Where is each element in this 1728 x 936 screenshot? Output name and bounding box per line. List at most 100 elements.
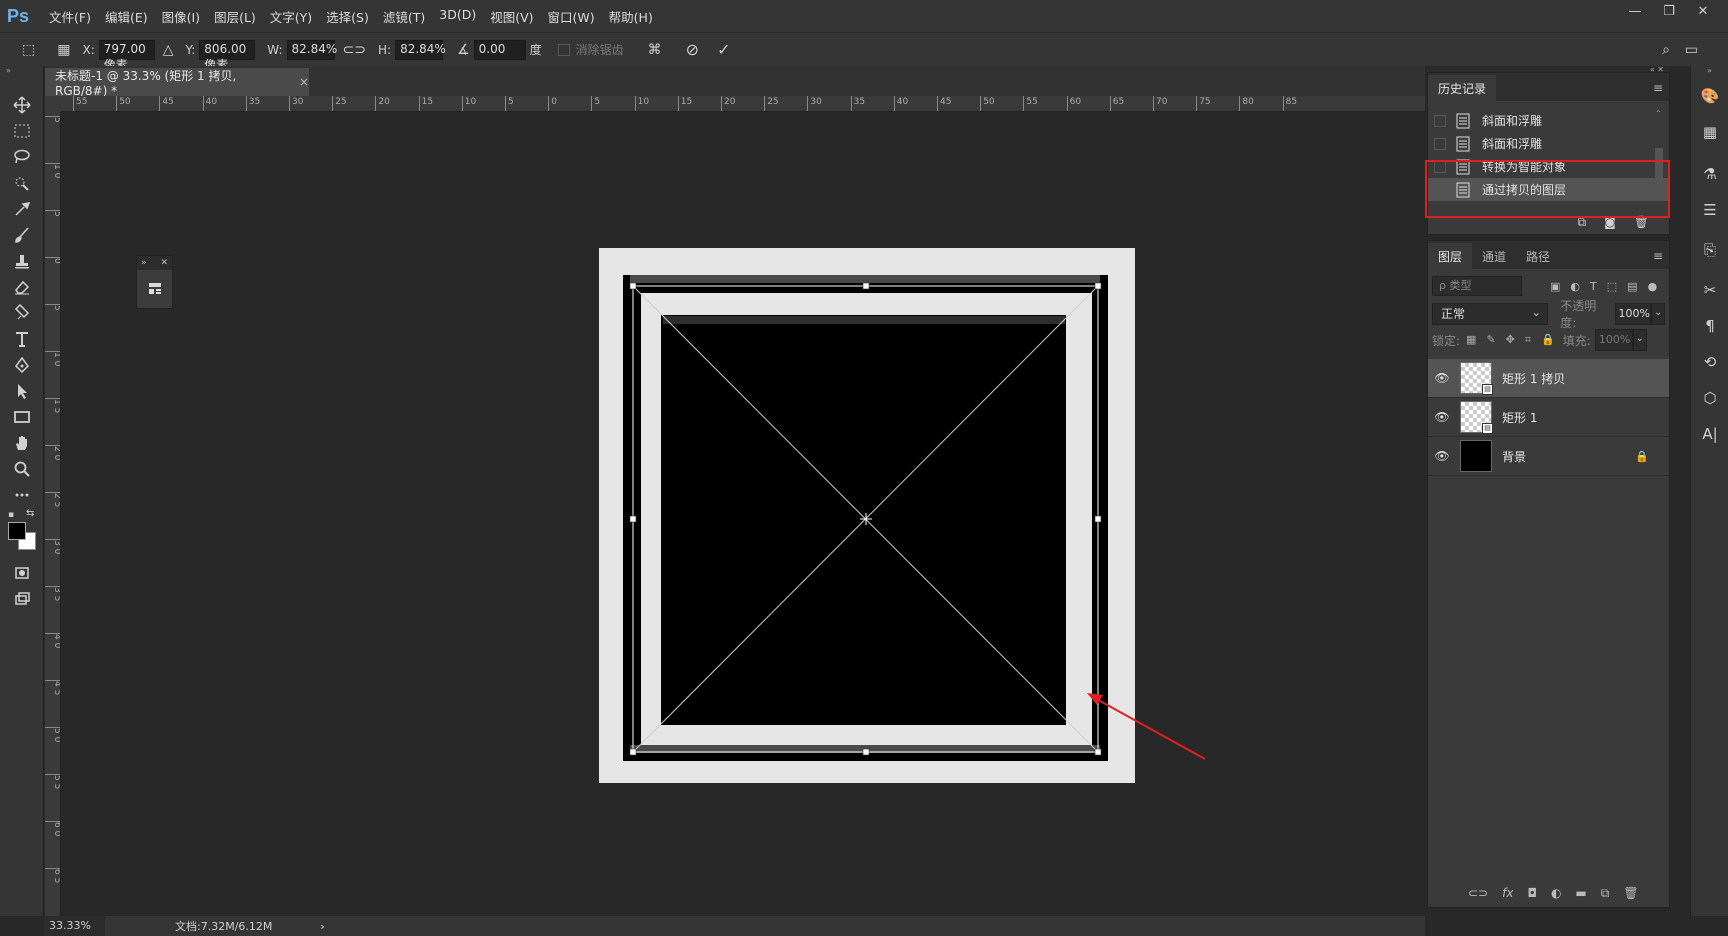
x-field[interactable]: 797.00 像素	[98, 39, 155, 72]
visibility-eye-icon[interactable]: 👁	[1428, 410, 1456, 424]
tab-channels[interactable]: 通道	[1472, 243, 1516, 269]
hand-tool-icon[interactable]	[0, 430, 44, 456]
new-layer-icon[interactable]: ⧉	[1601, 886, 1610, 901]
history-scrollbar[interactable]: ⌃	[1655, 109, 1665, 203]
add-mask-icon[interactable]: ◘	[1527, 886, 1537, 901]
swap-colors-icon[interactable]: ⇆	[26, 508, 34, 519]
history-brush-source-checkbox[interactable]	[1434, 160, 1446, 173]
menu-item[interactable]: 视图(V)	[483, 7, 540, 26]
character-icon[interactable]: A|	[1691, 416, 1728, 452]
commit-transform-icon[interactable]: ✓	[717, 40, 730, 59]
lock-image-icon[interactable]: ✎	[1486, 333, 1495, 347]
menu-item[interactable]: 滤镜(T)	[376, 7, 432, 26]
adjustment-layer-icon[interactable]: ◐	[1551, 886, 1561, 901]
lock-transparent-icon[interactable]: ▦	[1466, 333, 1476, 347]
transform-tool-icon[interactable]: ⬚	[22, 42, 35, 58]
canvas-drawing[interactable]	[61, 113, 1425, 916]
eraser-tool-icon[interactable]	[0, 274, 44, 300]
zoom-tool-icon[interactable]	[0, 456, 44, 482]
menu-item[interactable]: 帮助(H)	[602, 7, 660, 26]
adjustments-sliders-icon[interactable]: ☰	[1691, 192, 1728, 228]
tab-history[interactable]: 历史记录	[1428, 75, 1497, 101]
menu-item[interactable]: 图层(L)	[207, 7, 263, 26]
menu-item[interactable]: 图像(I)	[155, 7, 207, 26]
layer-row[interactable]: 👁 背景 🔒	[1428, 437, 1669, 476]
layer-name[interactable]: 背景	[1502, 448, 1526, 465]
history-brush-source-checkbox[interactable]	[1434, 183, 1446, 196]
layer-lock-icon[interactable]: 🔒	[1635, 450, 1649, 463]
menu-item[interactable]: 文字(Y)	[263, 7, 319, 26]
pen-tool-icon[interactable]	[0, 352, 44, 378]
search-icon[interactable]: ⌕	[1662, 42, 1670, 58]
opacity-field[interactable]: 100%	[1614, 303, 1652, 325]
workspace-icon[interactable]: ▭	[1685, 42, 1698, 58]
toolbar-collapse-icon[interactable]: »	[0, 66, 43, 76]
menu-item[interactable]: 文件(F)	[42, 7, 98, 26]
screen-mode-icon[interactable]	[0, 586, 44, 612]
document-close-icon[interactable]: ×	[299, 75, 309, 89]
filter-pixel-icon[interactable]: ▣	[1550, 280, 1560, 293]
canvas-area[interactable]	[61, 113, 1425, 916]
history-panel-menu-icon[interactable]: ≡	[1653, 81, 1663, 95]
move-tool-icon[interactable]	[0, 92, 44, 118]
3d-cube-icon[interactable]: ⬡	[1691, 380, 1728, 416]
strip-collapse-icon[interactable]: »	[1691, 66, 1728, 78]
close-button[interactable]: ✕	[1688, 0, 1718, 22]
menu-item[interactable]: 窗口(W)	[541, 7, 602, 26]
quick-mask-icon[interactable]	[0, 560, 44, 586]
link-icon[interactable]: ⊂⊃	[343, 42, 366, 58]
minimize-button[interactable]: —	[1620, 0, 1650, 22]
default-colors-icon[interactable]: ▪	[8, 510, 14, 520]
vertical-ruler[interactable]: 5 1 0 5 0 5 1 0 1 5 2 0 2 5 3 0 3 5 4 0 4 5 5 0 5 5 6 0…	[45, 112, 61, 916]
status-menu-arrow[interactable]: ›	[320, 920, 324, 933]
layer-row[interactable]: 👁 ▤ 矩形 1	[1428, 398, 1669, 437]
menu-item[interactable]: 编辑(E)	[98, 7, 155, 26]
filter-shape-icon[interactable]: ⬚	[1607, 280, 1617, 293]
menu-item[interactable]: 3D(D)	[432, 7, 483, 26]
layer-name[interactable]: 矩形 1	[1502, 409, 1537, 426]
navigator-icon[interactable]: ⟲	[1691, 344, 1728, 380]
history-state[interactable]: 斜面和浮雕	[1428, 109, 1669, 132]
new-group-icon[interactable]: ▬	[1575, 886, 1586, 901]
delete-layer-icon[interactable]: 🗑	[1623, 886, 1638, 901]
history-state[interactable]: 通过拷贝的图层	[1428, 178, 1669, 201]
layer-row[interactable]: 👁 ▤ 矩形 1 拷贝	[1428, 359, 1669, 398]
history-state[interactable]: 斜面和浮雕	[1428, 132, 1669, 155]
fill-dropdown-icon[interactable]: ⌄	[1632, 329, 1647, 351]
rectangle-tool-icon[interactable]	[0, 404, 44, 430]
filter-toggle-icon[interactable]: ●	[1648, 280, 1658, 293]
mini-panel-expand-icon[interactable]: »	[141, 258, 147, 268]
link-layers-icon[interactable]: ⊂⊃	[1468, 886, 1488, 901]
warp-mode-icon[interactable]: ⌘	[648, 42, 662, 58]
lock-all-icon[interactable]: 🔒	[1541, 333, 1555, 347]
type-tool-icon[interactable]	[0, 326, 44, 352]
foreground-color-swatch[interactable]	[8, 522, 26, 540]
angle-field[interactable]: 0.00	[473, 39, 526, 60]
marquee-tool-icon[interactable]	[0, 118, 44, 144]
ruler-origin[interactable]	[45, 96, 61, 112]
filter-type-icon[interactable]: T	[1590, 280, 1597, 293]
layer-style-fx-icon[interactable]: fx	[1502, 886, 1513, 901]
document-tab[interactable]: 未标题-1 @ 33.3% (矩形 1 拷贝, RGB/8#) * ×	[45, 68, 309, 98]
layers-panel-menu-icon[interactable]: ≡	[1653, 249, 1663, 263]
history-brush-source-checkbox[interactable]	[1434, 114, 1446, 127]
history-scroll-thumb[interactable]	[1655, 148, 1663, 188]
quick-select-tool-icon[interactable]	[0, 170, 44, 196]
tab-paths[interactable]: 路径	[1516, 243, 1560, 269]
scroll-up-icon[interactable]: ⌃	[1655, 109, 1665, 118]
lock-position-icon[interactable]: ✥	[1506, 333, 1515, 347]
tab-layers[interactable]: 图层	[1428, 243, 1473, 269]
swatches-grid-icon[interactable]: ▦	[1691, 114, 1728, 150]
brushes-icon[interactable]: ⚗	[1691, 156, 1728, 192]
lock-artboard-icon[interactable]: ⌗	[1525, 333, 1531, 347]
filter-adjustment-icon[interactable]: ◐	[1570, 280, 1580, 293]
lasso-tool-icon[interactable]	[0, 144, 44, 170]
brush-tool-icon[interactable]	[0, 222, 44, 248]
color-palette-icon[interactable]: 🎨	[1691, 78, 1728, 114]
w-field[interactable]: 82.84%	[286, 39, 337, 60]
properties-icon[interactable]	[137, 270, 172, 308]
more-tools-icon[interactable]	[0, 482, 44, 508]
tool-presets-icon[interactable]: ✂	[1691, 272, 1728, 308]
delete-state-icon[interactable]: 🗑	[1634, 215, 1649, 230]
antialias-checkbox[interactable]	[557, 43, 570, 56]
